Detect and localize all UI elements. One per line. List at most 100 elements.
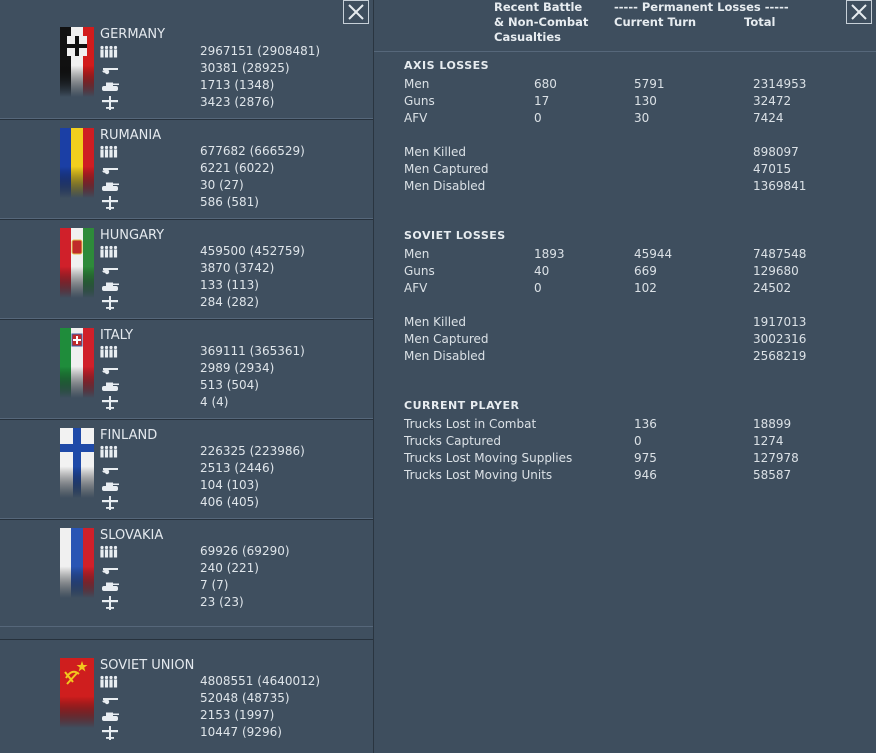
nation-losses-panel: GERMANY RUMANIA HUNGARY ITALY FINLAND SL… <box>0 0 374 753</box>
row-current-turn: 130 <box>634 94 657 108</box>
nation-name: ITALY <box>100 328 134 343</box>
detail-total: 1369841 <box>753 179 807 193</box>
tank-icon <box>100 479 120 493</box>
soldiers-icon <box>100 245 120 259</box>
header-recent-line1: Recent Battle <box>494 0 583 14</box>
stat-value-afv: 104 (103) <box>200 478 259 492</box>
nation-name: GERMANY <box>100 27 166 42</box>
row-current-turn: 30 <box>634 111 650 125</box>
row-recent: 0 <box>534 111 542 125</box>
row-total: 127978 <box>753 451 799 465</box>
row-current-turn: 5791 <box>634 77 665 91</box>
nation-italy: ITALY <box>0 319 373 419</box>
header-total: Total <box>744 15 776 29</box>
italy-flag-icon <box>60 328 94 398</box>
detail-total: 1917013 <box>753 315 807 329</box>
stat-value-afv: 2153 (1997) <box>200 708 275 722</box>
stat-value-men: 69926 (69290) <box>200 544 290 558</box>
aircraft-icon <box>100 296 120 310</box>
row-total: 7424 <box>753 111 784 125</box>
detail-total: 47015 <box>753 162 792 176</box>
stat-value-afv: 1713 (1348) <box>200 78 275 92</box>
aircraft-icon <box>100 496 120 510</box>
nation-name: HUNGARY <box>100 228 165 243</box>
header-current-turn: Current Turn <box>614 15 697 29</box>
detail-label: Men Disabled <box>404 179 486 193</box>
stat-value-aircraft: 3423 (2876) <box>200 95 275 109</box>
row-current-turn: 669 <box>634 264 657 278</box>
row-current-turn: 975 <box>634 451 657 465</box>
soldiers-icon <box>100 345 120 359</box>
nation-rumania: RUMANIA <box>0 119 373 219</box>
soldiers-icon <box>100 445 120 459</box>
tank-icon <box>100 179 120 193</box>
detail-label: Men Captured <box>404 162 489 176</box>
close-icon <box>851 4 867 20</box>
nation-name: SOVIET UNION <box>100 658 195 673</box>
tank-icon <box>100 279 120 293</box>
row-total: 32472 <box>753 94 792 108</box>
row-current-turn: 45944 <box>634 247 673 261</box>
row-label: Trucks Captured <box>404 434 502 448</box>
detail-label: Men Captured <box>404 332 489 346</box>
current-player-title: CURRENT PLAYER <box>404 399 520 412</box>
row-label: Guns <box>404 264 435 278</box>
stat-value-guns: 2513 (2446) <box>200 461 275 475</box>
stat-value-guns: 240 (221) <box>200 561 259 575</box>
header-recent-line3: Casualties <box>494 30 562 44</box>
gun-icon <box>100 692 120 706</box>
stat-value-men: 369111 (365361) <box>200 344 305 358</box>
row-recent: 680 <box>534 77 557 91</box>
soldiers-icon <box>100 45 120 59</box>
row-recent: 1893 <box>534 247 565 261</box>
soldiers-icon <box>100 545 120 559</box>
stat-value-aircraft: 10447 (9296) <box>200 725 282 739</box>
nation-slovakia: SLOVAKIA <box>0 519 373 627</box>
tank-icon <box>100 709 120 723</box>
row-label: Trucks Lost Moving Units <box>404 468 553 482</box>
row-total: 24502 <box>753 281 792 295</box>
nation-finland: FINLAND <box>0 419 373 519</box>
summary-losses-panel: Recent Battle & Non-Combat Casualties --… <box>374 0 876 753</box>
slovakia-flag-icon <box>60 528 94 598</box>
germany-flag-icon <box>60 27 94 97</box>
detail-label: Men Killed <box>404 145 467 159</box>
stat-value-aircraft: 23 (23) <box>200 595 244 609</box>
tank-icon <box>100 579 120 593</box>
header-divider <box>374 51 876 52</box>
row-label: Trucks Lost Moving Supplies <box>404 451 573 465</box>
stat-value-men: 677682 (666529) <box>200 144 305 158</box>
aircraft-icon <box>100 196 120 210</box>
aircraft-icon <box>100 96 120 110</box>
row-label: Men <box>404 77 430 91</box>
row-label: Guns <box>404 94 435 108</box>
row-label: Trucks Lost in Combat <box>404 417 537 431</box>
detail-total: 3002316 <box>753 332 807 346</box>
gun-icon <box>100 462 120 476</box>
rumania-flag-icon <box>60 128 94 198</box>
stat-value-guns: 52048 (48735) <box>200 691 290 705</box>
detail-label: Men Disabled <box>404 349 486 363</box>
row-label: Men <box>404 247 430 261</box>
gun-icon <box>100 362 120 376</box>
stat-value-men: 2967151 (2908481) <box>200 44 321 58</box>
stat-value-aircraft: 4 (4) <box>200 395 229 409</box>
aircraft-icon <box>100 726 120 740</box>
soldiers-icon <box>100 145 120 159</box>
gun-icon <box>100 162 120 176</box>
row-total: 1274 <box>753 434 784 448</box>
detail-label: Men Killed <box>404 315 467 329</box>
nation-name: RUMANIA <box>100 128 162 143</box>
nation-name: FINLAND <box>100 428 158 443</box>
row-current-turn: 102 <box>634 281 657 295</box>
soviet-flag-icon <box>60 658 94 728</box>
gun-icon <box>100 562 120 576</box>
right-close-button[interactable] <box>846 0 872 24</box>
nation-hungary: HUNGARY <box>0 219 373 319</box>
stat-value-men: 226325 (223986) <box>200 444 305 458</box>
stat-value-afv: 7 (7) <box>200 578 229 592</box>
stat-value-guns: 3870 (3742) <box>200 261 275 275</box>
row-current-turn: 136 <box>634 417 657 431</box>
header-permanent-losses: ----- Permanent Losses ----- <box>614 0 789 14</box>
row-label: AFV <box>404 111 428 125</box>
